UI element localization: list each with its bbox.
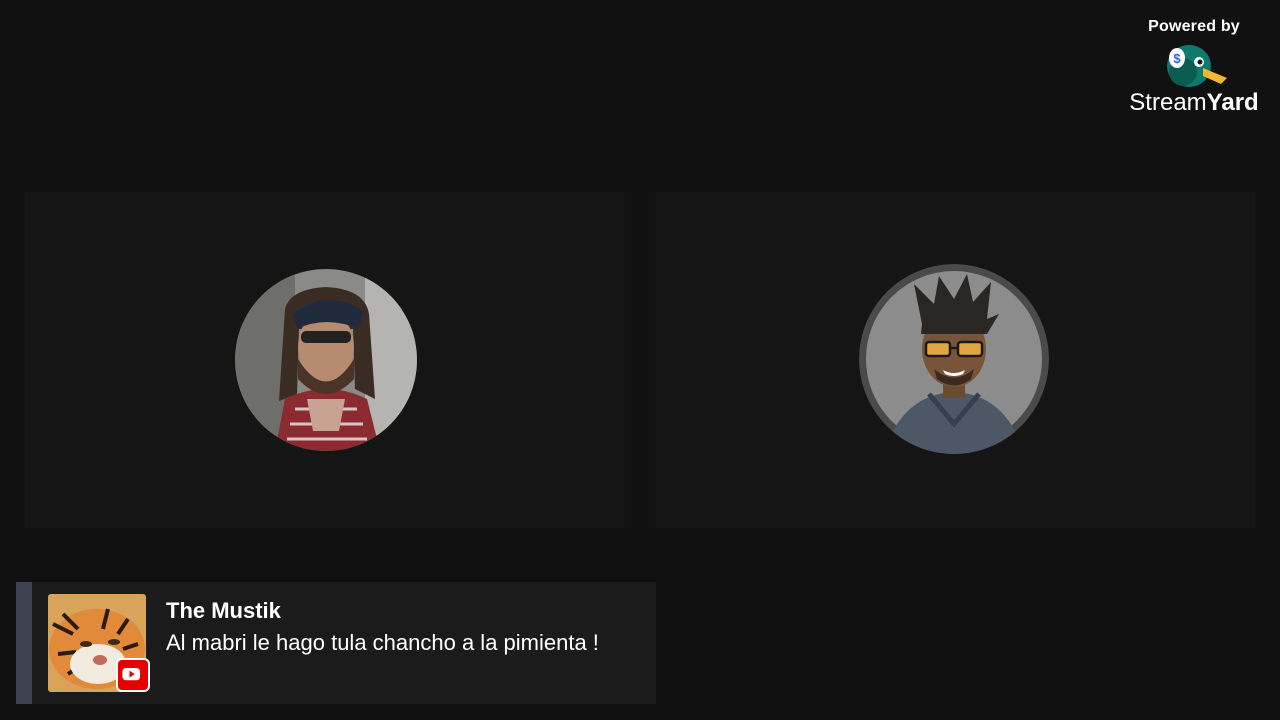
participant-tile-1 (25, 192, 625, 528)
streamyard-branding: Powered by $ StreamYard (1124, 18, 1264, 116)
commenter-name: The Mustik (166, 598, 281, 623)
powered-by-label: Powered by (1148, 18, 1240, 35)
banner-accent-bar (16, 582, 32, 704)
youtube-icon (116, 658, 150, 692)
wordmark-yard: Yard (1206, 89, 1259, 116)
comment-text: Al mabri le hago tula chancho a la pimie… (166, 630, 599, 655)
streamyard-wordmark: StreamYard (1124, 90, 1264, 116)
participant-photo-avatar (235, 269, 417, 451)
stream-canvas: Powered by $ StreamYard The Mustik Al ma… (0, 0, 1280, 720)
svg-text:$: $ (1173, 51, 1181, 66)
chat-comment-banner: The Mustik Al mabri le hago tula chancho… (16, 582, 656, 704)
wordmark-stream: Stream (1129, 89, 1207, 116)
participant-cartoon-avatar (859, 264, 1049, 454)
streamyard-duck-icon: $ (1167, 45, 1227, 87)
participant-tile-2 (655, 192, 1255, 528)
